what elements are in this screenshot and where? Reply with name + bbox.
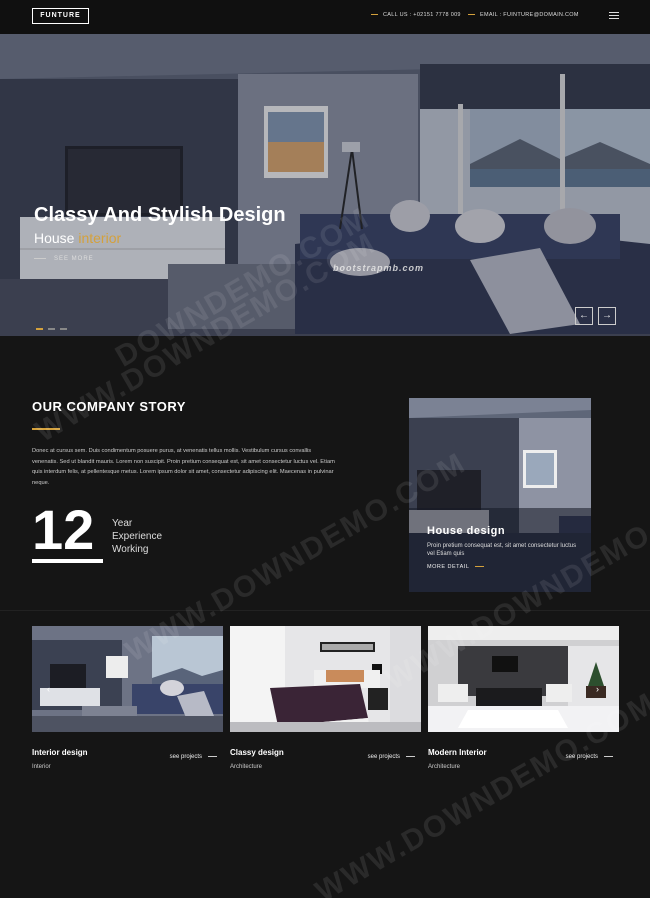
arrow-left-icon: ← [579,310,589,321]
years-underline [32,559,103,563]
see-more-label[interactable]: SEE MORE [54,256,94,262]
dash-icon [34,257,46,259]
prev-arrow-button[interactable]: ← [575,307,593,325]
see-projects-label[interactable]: see projects [170,754,202,760]
dash-icon [468,14,475,16]
project-name[interactable]: Classy design [230,748,284,757]
hero-slider: Classy And Stylish Design House interior… [0,34,650,336]
hero-pagination [36,317,72,335]
company-story-text: Donec at cursus sem. Duis condimentum po… [32,448,335,486]
next-arrow-button[interactable]: → [598,307,616,325]
hero-dot-3[interactable] [60,328,67,330]
section-divider [0,610,650,611]
see-projects-link[interactable]: see projects [368,754,415,760]
hero-subtitle-accent: interior [78,230,122,246]
hamburger-menu-icon[interactable] [609,12,619,20]
hero-subtitle-main: House [34,230,79,246]
project-category: Architecture [428,764,461,770]
hero-dot-2[interactable] [48,328,55,330]
hero-dot-1[interactable] [36,328,43,330]
call-us-text: CALL US : +02151 7778 009 [383,12,461,18]
hero-living-room-image [0,34,650,336]
years-label-line2: Experience [112,531,163,542]
logo[interactable]: FUNTURE [32,8,89,24]
project-name[interactable]: Modern Interior [428,748,487,757]
card-text: Proin pretium consequat est, sit amet co… [427,543,577,557]
arrow-right-icon: → [602,310,612,321]
project-category: Interior [32,764,51,770]
project-name[interactable]: Interior design [32,748,88,757]
years-number: 12 [32,498,95,561]
project-category: Architecture [230,764,263,770]
dash-icon [371,14,378,16]
card-title: House design [427,525,506,537]
chevron-right-icon[interactable]: › [596,684,599,694]
dash-icon [475,566,485,568]
see-projects-label[interactable]: see projects [368,754,400,760]
years-label: Year Experience Working [112,517,182,556]
more-detail-link[interactable]: MORE DETAIL [427,564,485,570]
chevron-left-icon[interactable]: ‹ [47,684,50,694]
see-projects-link[interactable]: see projects [170,754,217,760]
hero-subtitle: House interior [34,230,121,246]
email-info[interactable]: EMAIL : FUINTURE@DOMAIN.COM [468,12,579,18]
dash-icon [604,755,613,757]
more-detail-label[interactable]: MORE DETAIL [427,564,469,570]
call-us-info: CALL US : +02151 7778 009 [371,12,461,18]
years-label-line1: Year [112,518,133,529]
dash-icon [208,755,217,757]
dash-icon [406,755,415,757]
email-text[interactable]: EMAIL : FUINTURE@DOMAIN.COM [480,12,579,18]
hero-title: Classy And Stylish Design [34,204,286,226]
years-label-line3: Working [112,544,149,555]
site-header: FUNTURE CALL US : +02151 7778 009 EMAIL … [0,0,650,34]
see-more-link[interactable]: SEE MORE [34,256,94,262]
